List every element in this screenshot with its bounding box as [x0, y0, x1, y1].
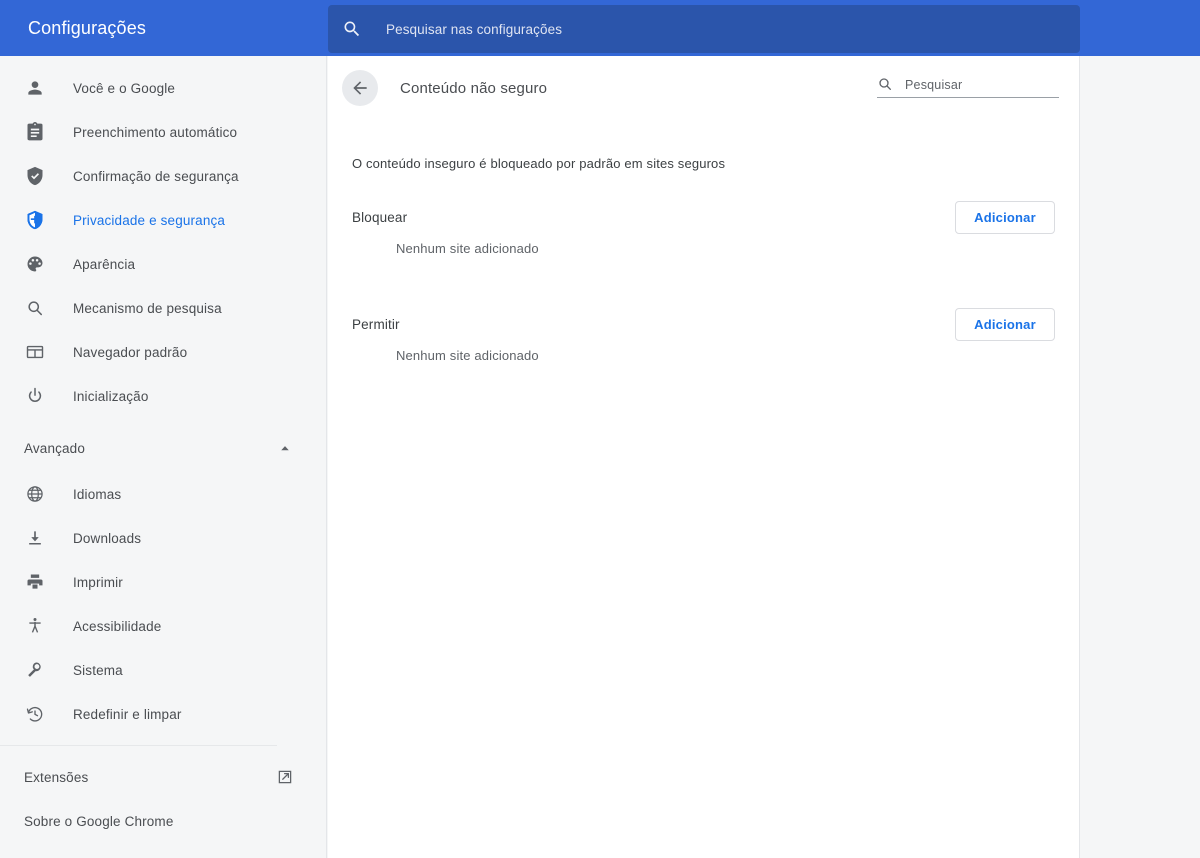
sidebar-item-accessibility[interactable]: Acessibilidade	[0, 604, 326, 648]
search-icon	[344, 21, 360, 37]
section-title-block: Bloquear	[352, 209, 408, 225]
content-header: Conteúdo não seguro Pesquisar	[328, 56, 1079, 120]
sidebar-item-autofill[interactable]: Preenchimento automático	[0, 110, 326, 154]
sidebar-item-label: Você e o Google	[73, 80, 176, 96]
global-search-placeholder: Pesquisar nas configurações	[386, 21, 563, 37]
content-description: O conteúdo inseguro é bloqueado por padr…	[352, 156, 726, 171]
section-title-allow: Permitir	[352, 316, 400, 332]
permission-section-block: Bloquear Adicionar Nenhum site adicionad…	[352, 189, 1055, 256]
palette-icon	[24, 253, 46, 275]
sidebar-item-languages[interactable]: Idiomas	[0, 472, 326, 516]
empty-state-allow: Nenhum site adicionado	[396, 348, 539, 363]
power-icon	[24, 385, 46, 407]
sidebar-divider	[0, 745, 277, 746]
search-icon	[879, 77, 891, 90]
sidebar-item-you-and-google[interactable]: Você e o Google	[0, 66, 326, 110]
sidebar-section-advanced[interactable]: Avançado	[0, 424, 326, 472]
printer-icon	[24, 571, 46, 593]
sidebar-item-safety-check[interactable]: Confirmação de segurança	[0, 154, 326, 198]
permission-section-header: Bloquear Adicionar	[352, 189, 1055, 245]
permission-section-header: Permitir Adicionar	[352, 296, 1055, 352]
sidebar-item-label: Preenchimento automático	[73, 124, 238, 140]
content-search-input[interactable]: Pesquisar	[877, 76, 1059, 98]
sidebar-item-about-chrome[interactable]: Sobre o Google Chrome	[0, 799, 326, 843]
sidebar-item-downloads[interactable]: Downloads	[0, 516, 326, 560]
sidebar-item-label: Idiomas	[73, 486, 122, 502]
sidebar-item-label: Sobre o Google Chrome	[24, 813, 174, 829]
sidebar-item-label: Aparência	[73, 256, 136, 272]
permission-sections: Bloquear Adicionar Nenhum site adicionad…	[328, 189, 1079, 363]
restore-history-icon	[24, 703, 46, 725]
accessibility-icon	[24, 615, 46, 637]
sidebar-item-reset-and-clean-up[interactable]: Redefinir e limpar	[0, 692, 326, 736]
sidebar-item-label: Imprimir	[73, 574, 123, 590]
sidebar-item-printing[interactable]: Imprimir	[0, 560, 326, 604]
browser-window-icon	[24, 341, 46, 363]
sidebar-item-system[interactable]: Sistema	[0, 648, 326, 692]
globe-icon	[24, 483, 46, 505]
sidebar-item-label: Inicialização	[73, 388, 149, 404]
sidebar-item-label: Mecanismo de pesquisa	[73, 300, 222, 316]
clipboard-icon	[24, 121, 46, 143]
content-title: Conteúdo não seguro	[400, 79, 548, 97]
add-allow-site-button[interactable]: Adicionar	[955, 307, 1055, 341]
arrow-back-icon	[353, 81, 367, 95]
sidebar-item-label: Navegador padrão	[73, 344, 188, 360]
sidebar-item-search-engine[interactable]: Mecanismo de pesquisa	[0, 286, 326, 330]
sidebar-item-label: Sistema	[73, 662, 123, 678]
download-icon	[24, 527, 46, 549]
sidebar-item-label: Acessibilidade	[73, 618, 162, 634]
sidebar-item-label: Extensões	[24, 769, 89, 785]
wrench-icon	[24, 659, 46, 681]
sidebar-item-appearance[interactable]: Aparência	[0, 242, 326, 286]
permission-section-allow: Permitir Adicionar Nenhum site adicionad…	[352, 296, 1055, 363]
sidebar-item-default-browser[interactable]: Navegador padrão	[0, 330, 326, 374]
chevron-up-icon[interactable]	[276, 439, 294, 457]
settings-content-card: Conteúdo não seguro Pesquisar O conteúdo…	[328, 56, 1080, 858]
sidebar-item-label: Confirmação de segurança	[73, 168, 239, 184]
empty-state-block: Nenhum site adicionado	[396, 241, 539, 256]
sidebar-section-label: Avançado	[24, 440, 86, 456]
person-icon	[24, 77, 46, 99]
sidebar-advanced-group: Idiomas Downloads Imprimir Acessibilidad…	[0, 472, 326, 736]
settings-topbar: Configurações Pesquisar nas configuraçõe…	[0, 0, 1200, 56]
content-search-placeholder: Pesquisar	[905, 77, 963, 92]
shield-check-icon	[24, 165, 46, 187]
external-link-icon[interactable]	[276, 768, 294, 786]
sidebar-item-label: Downloads	[73, 530, 142, 546]
sidebar-item-label: Redefinir e limpar	[73, 706, 182, 722]
sidebar-item-label: Privacidade e segurança	[73, 212, 226, 228]
settings-sidebar: Você e o Google Preenchimento automático…	[0, 56, 327, 858]
page-title: Configurações	[28, 17, 147, 38]
sidebar-item-on-startup[interactable]: Inicialização	[0, 374, 326, 418]
global-search-input[interactable]: Pesquisar nas configurações	[328, 5, 1080, 53]
sidebar-item-privacy-and-security[interactable]: Privacidade e segurança	[0, 198, 326, 242]
shield-icon	[24, 209, 46, 231]
search-icon	[24, 297, 46, 319]
sidebar-item-extensions[interactable]: Extensões	[0, 755, 326, 799]
back-button[interactable]	[342, 70, 378, 106]
add-block-site-button[interactable]: Adicionar	[955, 200, 1055, 234]
sidebar-primary-group: Você e o Google Preenchimento automático…	[0, 56, 326, 418]
